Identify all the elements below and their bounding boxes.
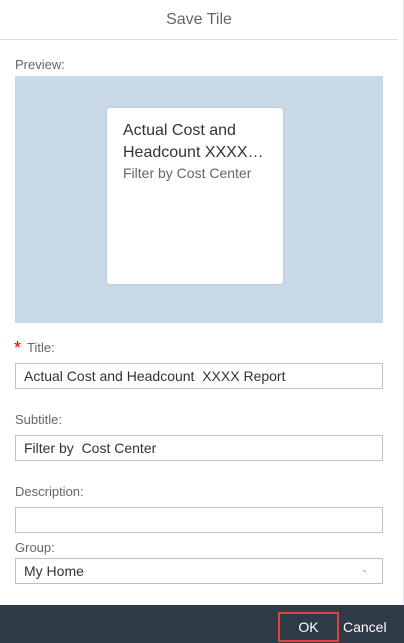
dialog-footer: OK Cancel [0,605,404,643]
dropdown-arrow-icon[interactable]: ⌄ [361,565,368,574]
group-label: Group: [15,540,55,555]
preview-area: Actual Cost and Headcount XXXX Report Fi… [15,76,383,323]
title-label: Title: [27,340,55,355]
description-label: Description: [15,484,84,499]
required-marker: * [14,338,22,358]
subtitle-label: Subtitle: [15,412,62,427]
preview-tile: Actual Cost and Headcount XXXX Report Fi… [107,108,283,284]
preview-tile-title: Actual Cost and Headcount XXXX Report [123,122,248,161]
dialog-title: Save Tile [166,10,232,28]
preview-tile-subtitle: Filter by Cost Center [123,165,252,181]
group-select[interactable]: My Home ⌄ [15,558,383,584]
title-input[interactable] [15,363,383,389]
cancel-button[interactable]: Cancel [343,612,387,642]
group-selected-value: My Home [24,563,84,579]
subtitle-input[interactable] [15,435,383,461]
description-input[interactable] [15,507,383,533]
preview-label: Preview: [15,57,65,72]
save-tile-dialog: Save Tile Preview: Actual Cost and Headc… [0,0,404,643]
dialog-header: Save Tile [0,0,398,40]
ok-button[interactable]: OK [278,612,339,642]
